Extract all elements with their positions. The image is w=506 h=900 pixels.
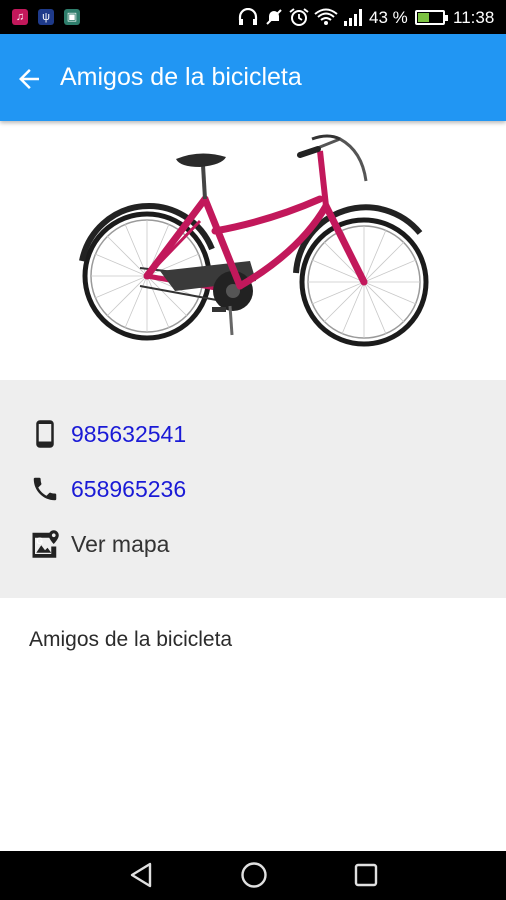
mobile-number-link[interactable]: 985632541 bbox=[71, 419, 186, 449]
map-link[interactable]: Ver mapa bbox=[71, 529, 169, 559]
usb-icon: ψ bbox=[38, 9, 54, 25]
headphones-icon bbox=[238, 8, 258, 25]
wifi-icon bbox=[314, 8, 338, 25]
back-triangle-icon[interactable] bbox=[128, 861, 154, 889]
status-bar: ♫ ψ ▣ 43 % 11:38 bbox=[0, 0, 506, 34]
navigation-bar bbox=[0, 851, 506, 900]
music-app-icon: ♫ bbox=[12, 9, 28, 25]
contact-panel: 985632541 658965236 G Ver mapa bbox=[0, 380, 506, 598]
signal-icon bbox=[344, 9, 362, 26]
gallery-icon: ▣ bbox=[64, 9, 80, 25]
bicycle-image bbox=[0, 121, 506, 380]
battery-percent: 43 % bbox=[369, 8, 408, 27]
mute-icon bbox=[266, 9, 282, 25]
app-bar: Amigos de la bicicleta bbox=[0, 34, 506, 121]
map-row[interactable]: G Ver mapa bbox=[0, 523, 506, 563]
phone-number-link[interactable]: 658965236 bbox=[71, 474, 186, 504]
alarm-icon bbox=[289, 8, 309, 26]
smartphone-icon bbox=[36, 420, 54, 448]
clock: 11:38 bbox=[453, 8, 495, 27]
page-title: Amigos de la bicicleta bbox=[60, 63, 302, 91]
svg-text:G: G bbox=[36, 536, 43, 546]
map-icon: G bbox=[32, 530, 59, 558]
description-text: Amigos de la bicicleta bbox=[29, 628, 233, 651]
phone-row[interactable]: 658965236 bbox=[0, 468, 506, 508]
arrow-back-icon[interactable] bbox=[14, 64, 44, 94]
phone-icon bbox=[33, 477, 57, 501]
home-circle-icon[interactable] bbox=[240, 861, 268, 889]
mobile-row[interactable]: 985632541 bbox=[0, 413, 506, 453]
battery-icon bbox=[415, 10, 448, 25]
recents-square-icon[interactable] bbox=[353, 861, 379, 889]
